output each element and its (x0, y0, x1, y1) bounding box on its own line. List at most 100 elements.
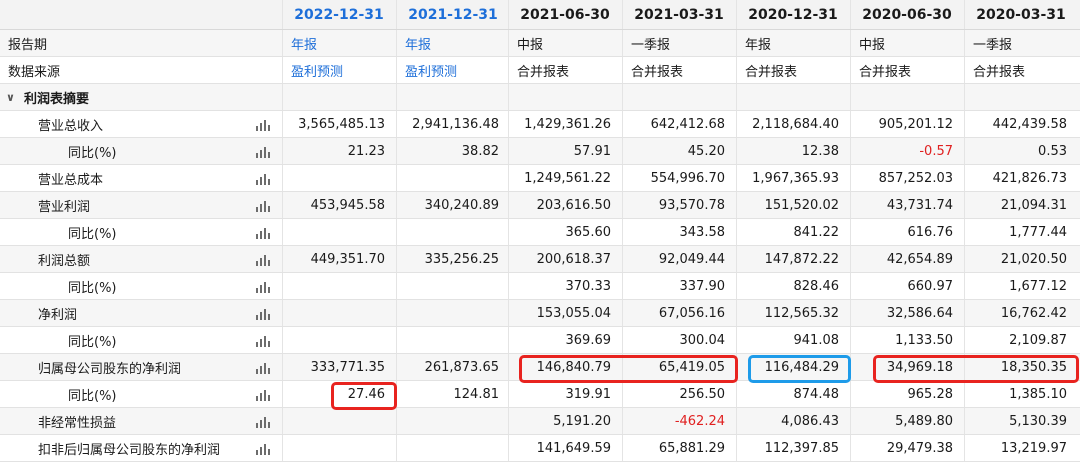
bar-chart-icon[interactable] (256, 227, 270, 239)
cell-operating-profit-yoy-2: 365.60 (508, 219, 621, 245)
column-header-3[interactable]: 2021-03-31 (622, 0, 735, 29)
row-label-text: 营业总收入 (38, 118, 104, 134)
cell-total-revenue-6: 442,439.58 (964, 111, 1077, 137)
column-header-2[interactable]: 2021-06-30 (508, 0, 621, 29)
cell-operating-profit-1: 340,240.89 (396, 192, 509, 218)
table-row-operating-profit-yoy: 同比(%) 365.60 343.58 841.22 616.76 1,777.44 (0, 219, 1080, 246)
cell-net-profit-yoy-2: 369.69 (508, 327, 621, 353)
column-header-1[interactable]: 2021-12-31 (396, 0, 509, 29)
table-row-data-source: 数据来源 盈利预测 盈利预测 合并报表 合并报表 合并报表 合并报表 合并报表 (0, 57, 1080, 84)
cell-total-cost-2: 1,249,561.22 (508, 165, 621, 191)
cell-parent-net-profit-6: 18,350.35 (964, 354, 1077, 380)
bar-chart-icon[interactable] (256, 254, 270, 266)
cell-total-revenue-1: 2,941,136.48 (396, 111, 509, 137)
row-label-data-source: 数据来源 (0, 57, 282, 83)
cell-income-summary-1 (396, 84, 509, 110)
cell-deducted-net-profit-6: 13,219.97 (964, 435, 1077, 461)
cell-deducted-net-profit-2: 141,649.59 (508, 435, 621, 461)
cell-income-summary-0 (282, 84, 395, 110)
table-row-total-profit-yoy: 同比(%) 370.33 337.90 828.46 660.97 1,677.12 (0, 273, 1080, 300)
cell-total-cost-0 (282, 165, 395, 191)
bar-chart-icon[interactable] (256, 146, 270, 158)
table-row-total-revenue: 营业总收入 3,565,485.13 2,941,136.48 1,429,361.2… (0, 111, 1080, 138)
cell-deducted-net-profit-1 (396, 435, 509, 461)
cell-total-profit-yoy-0 (282, 273, 395, 299)
cell-net-profit-3: 67,056.16 (622, 300, 735, 326)
cell-net-profit-5: 32,586.64 (850, 300, 963, 326)
cell-total-cost-3: 554,996.70 (622, 165, 735, 191)
bar-chart-icon[interactable] (256, 281, 270, 293)
row-label-total-cost: 营业总成本 (0, 165, 282, 191)
cell-non-recurring-4: 4,086.43 (736, 408, 849, 434)
row-label-text: 净利润 (38, 307, 78, 323)
cell-parent-net-profit-yoy-0: 27.46 (282, 381, 395, 407)
chevron-down-icon[interactable]: ∨ (6, 91, 20, 104)
row-label-parent-net-profit-yoy: 同比(%) (0, 381, 282, 407)
cell-data-source-4: 合并报表 (736, 57, 849, 83)
row-label-non-recurring: 非经常性损益 (0, 408, 282, 434)
cell-parent-net-profit-5: 34,969.18 (850, 354, 963, 380)
cell-total-profit-yoy-1 (396, 273, 509, 299)
cell-report-period-3: 一季报 (622, 30, 735, 56)
bar-chart-icon[interactable] (256, 362, 270, 374)
cell-net-profit-yoy-3: 300.04 (622, 327, 735, 353)
table-row-report-period: 报告期 年报 年报 中报 一季报 年报 中报 一季报 (0, 30, 1080, 57)
cell-parent-net-profit-4: 116,484.29 (736, 354, 849, 380)
cell-net-profit-0 (282, 300, 395, 326)
cell-deducted-net-profit-3: 65,881.29 (622, 435, 735, 461)
table-row-non-recurring: 非经常性损益 5,191.20 -462.24 4,086.43 5,489.80 5,1… (0, 408, 1080, 435)
cell-total-revenue-yoy-5: -0.57 (850, 138, 963, 164)
cell-total-cost-6: 421,826.73 (964, 165, 1077, 191)
cell-parent-net-profit-3: 65,419.05 (622, 354, 735, 380)
column-header-6[interactable]: 2020-03-31 (964, 0, 1077, 29)
bar-chart-icon[interactable] (256, 389, 270, 401)
bar-chart-icon[interactable] (256, 200, 270, 212)
cell-total-cost-1 (396, 165, 509, 191)
row-label-text: 利润表摘要 (24, 91, 90, 107)
row-label-text: 同比(%) (68, 388, 117, 404)
cell-net-profit-6: 16,762.42 (964, 300, 1077, 326)
bar-chart-icon[interactable] (256, 416, 270, 428)
cell-operating-profit-6: 21,094.31 (964, 192, 1077, 218)
cell-operating-profit-yoy-3: 343.58 (622, 219, 735, 245)
cell-non-recurring-2: 5,191.20 (508, 408, 621, 434)
cell-income-summary-2 (508, 84, 621, 110)
cell-total-revenue-2: 1,429,361.26 (508, 111, 621, 137)
cell-parent-net-profit-0: 333,771.35 (282, 354, 395, 380)
column-header-5[interactable]: 2020-06-30 (850, 0, 963, 29)
cell-total-cost-5: 857,252.03 (850, 165, 963, 191)
cell-report-period-1: 年报 (396, 30, 509, 56)
row-label-text: 同比(%) (68, 334, 117, 350)
bar-chart-icon[interactable] (256, 308, 270, 320)
row-label-text: 非经常性损益 (38, 415, 117, 431)
cell-deducted-net-profit-0 (282, 435, 395, 461)
bar-chart-icon[interactable] (256, 335, 270, 347)
cell-data-source-3: 合并报表 (622, 57, 735, 83)
cell-operating-profit-yoy-1 (396, 219, 509, 245)
cell-parent-net-profit-1: 261,873.65 (396, 354, 509, 380)
table-row-income-summary[interactable]: ∨ 利润表摘要 (0, 84, 1080, 111)
cell-income-summary-3 (622, 84, 735, 110)
cell-total-profit-4: 147,872.22 (736, 246, 849, 272)
cell-total-revenue-3: 642,412.68 (622, 111, 735, 137)
cell-net-profit-yoy-6: 2,109.87 (964, 327, 1077, 353)
cell-parent-net-profit-2: 146,840.79 (508, 354, 621, 380)
cell-data-source-6: 合并报表 (964, 57, 1077, 83)
column-header-4[interactable]: 2020-12-31 (736, 0, 849, 29)
cell-net-profit-2: 153,055.04 (508, 300, 621, 326)
cell-net-profit-yoy-0 (282, 327, 395, 353)
cell-net-profit-yoy-1 (396, 327, 509, 353)
cell-data-source-2: 合并报表 (508, 57, 621, 83)
table-row-operating-profit: 营业利润 453,945.58 340,240.89 203,616.50 93,570… (0, 192, 1080, 219)
bar-chart-icon[interactable] (256, 119, 270, 131)
cell-net-profit-yoy-5: 1,133.50 (850, 327, 963, 353)
bar-chart-icon[interactable] (256, 443, 270, 455)
row-label-text: 数据来源 (8, 64, 61, 80)
cell-operating-profit-yoy-6: 1,777.44 (964, 219, 1077, 245)
column-header-0[interactable]: 2022-12-31 (282, 0, 395, 29)
bar-chart-icon[interactable] (256, 173, 270, 185)
row-label-text: 利润总额 (38, 253, 91, 269)
cell-total-revenue-yoy-6: 0.53 (964, 138, 1077, 164)
cell-operating-profit-4: 151,520.02 (736, 192, 849, 218)
cell-net-profit-4: 112,565.32 (736, 300, 849, 326)
